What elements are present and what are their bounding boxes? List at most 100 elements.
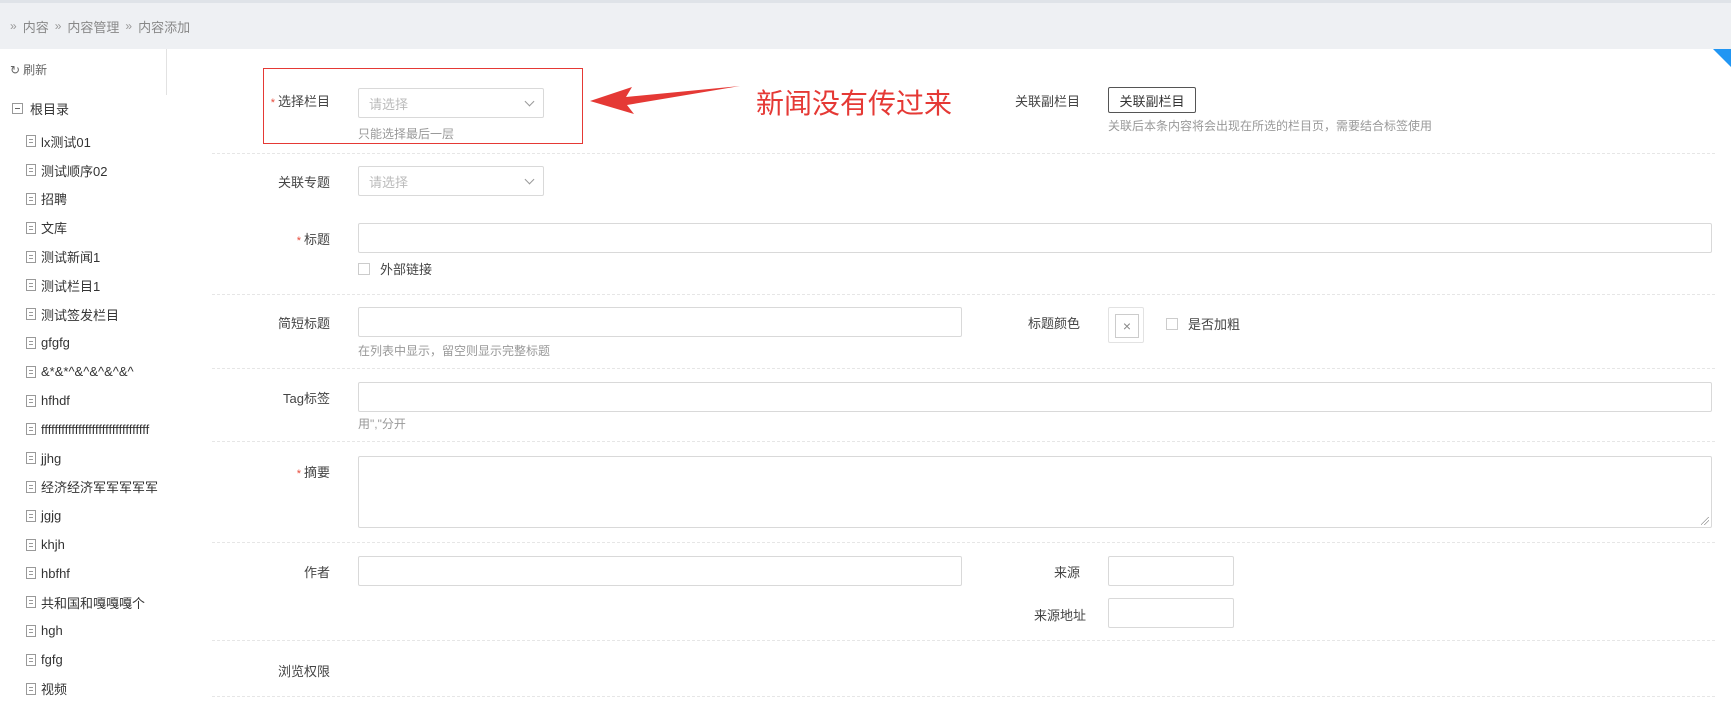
tree-item[interactable]: 测试顺序02 [26,156,168,185]
clear-color-icon: × [1115,314,1139,338]
document-icon [26,221,36,234]
tree-item-label: jjhg [41,450,62,466]
document-icon [26,653,36,666]
tree-item[interactable]: fgfg [26,645,168,674]
tree-item[interactable]: 文库 [26,213,168,242]
tree-root[interactable]: 根目录 [12,99,69,118]
source-url-input[interactable] [1108,598,1234,628]
tree-item[interactable]: hbfhf [26,559,168,588]
tree-item[interactable]: 共和国和嘎嘎嘎个 [26,588,168,617]
document-icon [26,135,36,148]
tree-list: lx测试01 测试顺序02 招聘 文库 测试新闻1 测试栏目1 测试签发栏目 g… [26,127,168,711]
document-icon [26,596,36,609]
short-title-input[interactable] [358,307,962,337]
breadcrumb-separator-icon: » [125,19,133,33]
row-divider [212,368,1715,369]
annotation-highlight-box [263,68,583,144]
tree-item[interactable]: jgjg [26,501,168,530]
sidebar-divider [166,49,167,95]
title-color-picker[interactable]: × [1108,307,1144,343]
tree-item-label: 测试栏目1 [41,278,101,294]
source-input[interactable] [1108,556,1234,586]
short-title-label: 简短标题 [277,316,330,331]
external-link-checkbox[interactable]: 外部链接 [358,259,432,278]
tree-item[interactable]: 测试新闻1 [26,242,168,271]
tree-item[interactable]: 招聘 [26,185,168,214]
document-icon [26,682,36,695]
tree-item[interactable]: 视频 [26,703,168,711]
summary-textarea[interactable] [358,456,1712,528]
tag-label: Tag标签 [283,391,330,406]
required-mark: * [296,468,301,480]
sub-column-label: 关联副栏目 [1014,94,1080,109]
tree-item[interactable]: 测试栏目1 [26,271,168,300]
breadcrumb-separator-icon: » [10,19,17,33]
permission-label: 浏览权限 [277,664,330,679]
refresh-label: 刷新 [23,63,48,77]
tree-item-label: 测试顺序02 [41,163,108,179]
document-icon [26,250,36,263]
required-mark: * [296,235,301,247]
breadcrumb-item-content[interactable]: 内容 [23,17,49,36]
row-divider [212,696,1715,697]
topic-select-placeholder: 请选择 [369,174,409,190]
row-divider [212,294,1715,295]
tree-item-label: gfgfg [41,335,70,351]
tree-root-label: 根目录 [30,102,70,117]
document-icon [26,308,36,321]
tree-item-label: &*&*^&^&^&^&^ [41,364,134,380]
tree-item-label: hgh [41,623,63,639]
resize-handle-icon[interactable] [1701,517,1709,525]
content-form: * 选择栏目 请选择 只能选择最后一层 新闻没有传过来 关联副栏目 关联副栏目 关… [0,0,1731,711]
sidebar-tree: ↻ 刷新 根目录 lx测试01 测试顺序02 招聘 文库 测试新闻1 测试栏目1… [0,49,168,711]
tree-item[interactable]: gfgfg [26,329,168,358]
tree-item-label: 测试签发栏目 [41,307,120,323]
tree-item-label: hfhdf [41,393,70,409]
tree-item[interactable]: 经济经济军军军军军 [26,473,168,502]
breadcrumb-separator-icon: » [54,19,62,33]
annotation-arrow-icon [590,86,740,114]
title-label-text: 标题 [303,232,330,247]
topic-select[interactable]: 请选择 [358,166,544,196]
tree-item[interactable]: jjhg [26,444,168,473]
tree-item[interactable]: hfhdf [26,386,168,415]
checkbox-box[interactable] [1166,317,1178,330]
sub-column-button[interactable]: 关联副栏目 [1108,87,1196,113]
author-label: 作者 [303,565,330,580]
tree-item[interactable]: &*&*^&^&^&^&^ [26,357,168,386]
tree-item-label: 共和国和嘎嘎嘎个 [41,595,146,611]
tree-item-label: fgfg [41,652,63,668]
tag-input[interactable] [358,382,1712,412]
collapse-icon[interactable] [12,103,23,114]
document-icon [26,567,36,580]
bold-checkbox[interactable]: 是否加粗 [1166,314,1240,333]
tree-item-label: 文库 [41,221,68,237]
tree-item-label: jgjg [41,508,62,524]
breadcrumb-item-content-manage[interactable]: 内容管理 [67,17,119,36]
sub-column-hint: 关联后本条内容将会出现在所选的栏目页，需要结合标签使用 [1108,119,1433,133]
tag-hint: 用","分开 [358,417,406,431]
document-icon [26,423,36,436]
title-input[interactable] [358,223,1712,253]
tree-item[interactable]: 测试签发栏目 [26,300,168,329]
tree-item[interactable]: ffffffffffffffffffffffffffffffff [26,415,168,444]
tree-item-label: 测试新闻1 [41,250,101,266]
document-icon [26,509,36,522]
tree-item[interactable]: 视频 [26,674,168,703]
checkbox-box[interactable] [358,262,370,275]
tree-item[interactable]: lx测试01 [26,127,168,156]
refresh-button[interactable]: ↻ 刷新 [10,61,47,78]
summary-label-text: 摘要 [303,465,330,480]
author-input[interactable] [358,556,962,586]
document-icon [26,192,36,205]
tree-item-label: hbfhf [41,565,70,581]
short-title-hint: 在列表中显示，留空则显示完整标题 [358,344,551,358]
document-icon [26,624,36,637]
corner-marker [1713,49,1731,67]
tree-item-label: 经济经济军军军军军 [41,480,159,496]
tree-item[interactable]: hgh [26,617,168,646]
breadcrumb-item-content-add: 内容添加 [138,19,191,35]
document-icon [26,279,36,292]
tree-item[interactable]: khjh [26,530,168,559]
document-icon [26,365,36,378]
